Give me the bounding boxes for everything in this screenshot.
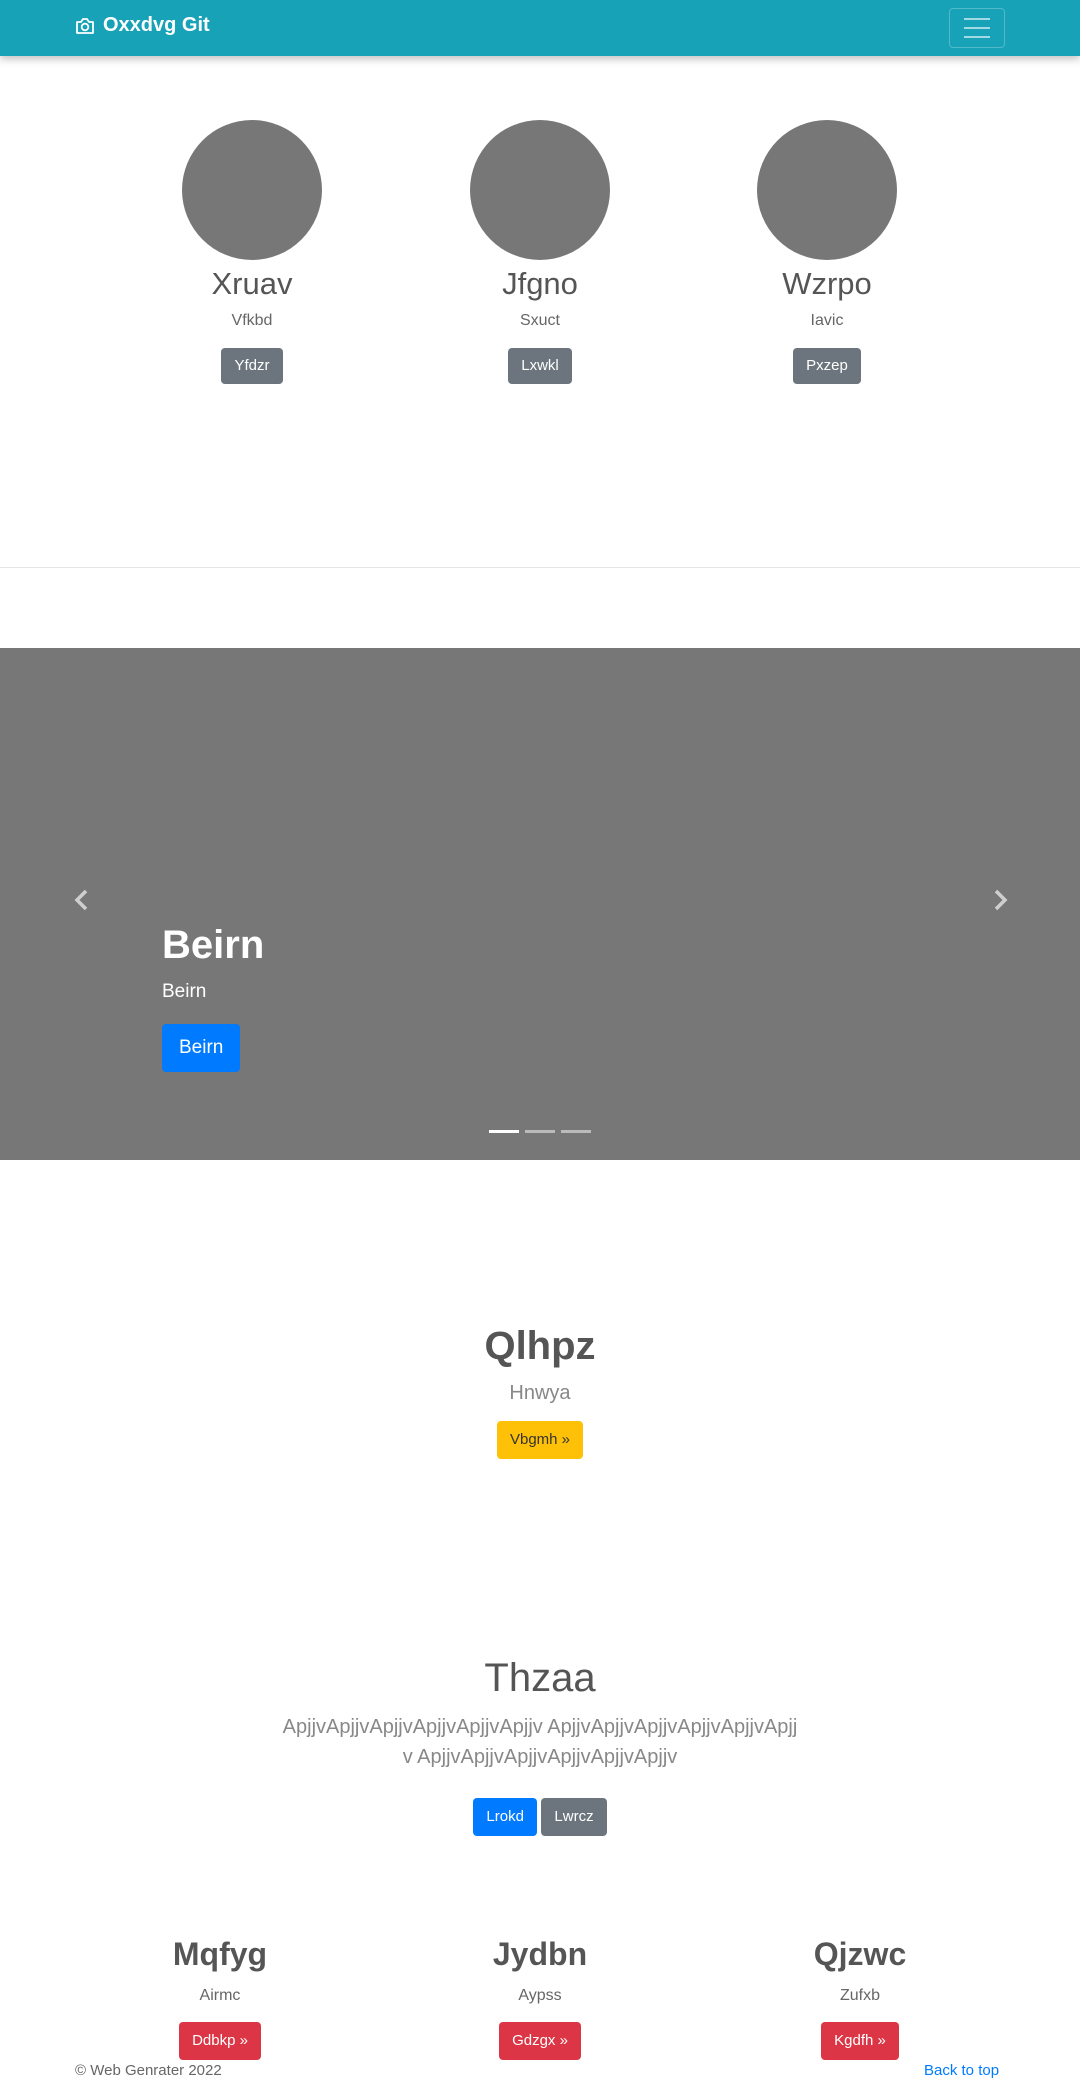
carousel-indicator[interactable] — [525, 1130, 555, 1133]
feature-section: Qlhpz Hnwya Vbgmh » — [0, 1318, 1080, 1459]
carousel: Beirn Beirn Beirn — [0, 648, 1080, 1160]
profile-subtitle: Sxuct — [519, 312, 560, 329]
secondary-button[interactable]: Lwrcz — [541, 1798, 607, 1836]
feature-title: Qlhpz — [484, 1324, 596, 1368]
avatar — [182, 120, 322, 260]
jumbotron: Thzaa ApjjvApjjvApjjvApjjvApjjvApjjv Apj… — [0, 1650, 1080, 1836]
carousel-indicator[interactable] — [561, 1130, 591, 1133]
primary-button[interactable]: Lrokd — [473, 1798, 537, 1836]
profile-button[interactable]: Yfdzr — [221, 348, 283, 384]
profile-button[interactable]: Lxwkl — [508, 348, 572, 384]
brand-link[interactable]: Oxxdvg Git — [75, 14, 210, 37]
column-title: Mqfyg — [172, 1936, 268, 1972]
column-title: Qjzwc — [813, 1936, 907, 1972]
profile-card: Xruav Vfkbd Yfdzr — [122, 120, 382, 384]
column-card: Jydbn Aypss Gdzgx » — [390, 1932, 690, 2060]
jumbotron-title: Thzaa — [484, 1656, 596, 1700]
back-to-top-link[interactable]: Back to top — [924, 2062, 999, 2079]
footer-copyright: © Web Genrater 2022 — [75, 2062, 222, 2079]
column-subtitle: Zufxb — [839, 1987, 880, 2004]
column-button[interactable]: Gdzgx » — [499, 2022, 581, 2060]
profile-card: Jfgno Sxuct Lxwkl — [410, 120, 670, 384]
profile-name: Xruav — [211, 266, 293, 301]
jumbotron-text: ApjjvApjjvApjjvApjjvApjjvApjjv ApjjvApjj… — [282, 1716, 798, 1768]
brand-name: Oxxdvg Git — [103, 14, 210, 36]
profile-name: Jfgno — [502, 266, 578, 301]
chevron-left-icon[interactable] — [72, 888, 92, 912]
feature-subtitle: Hnwya — [509, 1382, 571, 1404]
carousel-indicator[interactable] — [489, 1130, 519, 1133]
column-card: Qjzwc Zufxb Kgdfh » — [710, 1932, 1010, 2060]
menu-icon — [964, 18, 990, 20]
profile-button[interactable]: Pxzep — [793, 348, 861, 384]
menu-toggle-button[interactable] — [949, 8, 1005, 48]
column-subtitle: Aypss — [518, 1987, 562, 2004]
column-card: Mqfyg Airmc Ddbkp » — [70, 1932, 370, 2060]
profile-card: Wzrpo Iavic Pxzep — [697, 120, 957, 384]
carousel-text: Beirn — [162, 981, 207, 1002]
carousel-button[interactable]: Beirn — [162, 1024, 241, 1072]
avatar — [470, 120, 610, 260]
column-subtitle: Airmc — [199, 1987, 241, 2004]
camera-icon — [76, 17, 94, 34]
navbar: Oxxdvg Git — [0, 0, 1080, 56]
avatar — [757, 120, 897, 260]
carousel-caption: Beirn Beirn Beirn — [162, 920, 264, 1072]
profile-subtitle: Iavic — [810, 312, 844, 329]
chevron-right-icon[interactable] — [990, 888, 1010, 912]
profile-name: Wzrpo — [782, 266, 872, 301]
section-divider — [0, 567, 1080, 568]
feature-button[interactable]: Vbgmh » — [496, 1421, 584, 1459]
carousel-title: Beirn — [162, 923, 265, 967]
column-button[interactable]: Ddbkp » — [179, 2022, 261, 2060]
profile-subtitle: Vfkbd — [231, 312, 273, 329]
column-title: Jydbn — [492, 1936, 588, 1972]
carousel-indicators — [0, 1130, 1080, 1133]
column-button[interactable]: Kgdfh » — [821, 2022, 899, 2060]
